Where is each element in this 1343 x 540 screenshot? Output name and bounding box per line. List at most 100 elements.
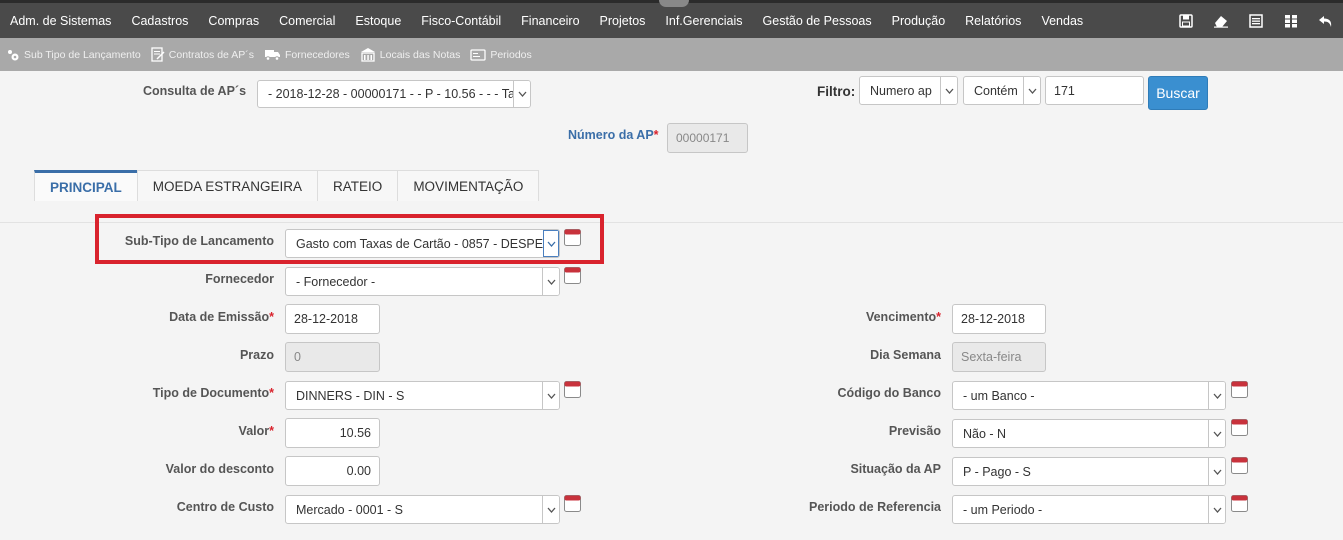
list-icon[interactable] (1238, 3, 1273, 38)
grid-icon[interactable] (1273, 3, 1308, 38)
menu-vendas[interactable]: Vendas (1031, 14, 1093, 28)
calendar-add-icon[interactable] (1231, 381, 1248, 398)
period-icon (470, 48, 486, 61)
valor-desconto-label: Valor do desconto (165, 462, 274, 476)
required-marker: * (936, 310, 941, 324)
chevron-down-icon (1208, 420, 1225, 447)
centro-custo-value: Mercado - 0001 - S (296, 502, 403, 517)
chevron-down-icon (513, 81, 530, 107)
menu-producao[interactable]: Produção (882, 14, 956, 28)
filtro-operator-value: Contém (974, 83, 1018, 98)
codigo-banco-label: Código do Banco (837, 386, 941, 400)
data-emissao-label-text: Data de Emissão (169, 310, 270, 324)
periodo-select[interactable]: - um Periodo - (952, 495, 1226, 524)
subnav-fornecedores[interactable]: Fornecedores (264, 49, 350, 61)
calendar-add-icon[interactable] (564, 381, 581, 398)
menu-relatorios[interactable]: Relatórios (955, 14, 1031, 28)
consulta-label: Consulta de AP´s (143, 84, 247, 98)
centro-custo-label: Centro de Custo (176, 500, 274, 514)
codigo-banco-select[interactable]: - um Banco - (952, 381, 1226, 410)
previsao-select[interactable]: Não - N (952, 419, 1226, 448)
subnav-sub-tipo[interactable]: Sub Tipo de Lançamento (6, 48, 141, 62)
menu-comercial[interactable]: Comercial (269, 14, 345, 28)
buscar-button[interactable]: Buscar (1148, 76, 1208, 110)
dia-semana-label: Dia Semana (870, 348, 941, 362)
prazo-input[interactable]: 0 (285, 342, 380, 372)
subnav-contratos[interactable]: Contratos de AP´s (151, 47, 254, 62)
calendar-add-icon[interactable] (1231, 457, 1248, 474)
menu-gestao-pessoas[interactable]: Gestão de Pessoas (753, 14, 882, 28)
menu-adm-sistemas[interactable]: Adm. de Sistemas (0, 14, 121, 28)
situacao-select[interactable]: P - Pago - S (952, 457, 1226, 486)
menu-estoque[interactable]: Estoque (345, 14, 411, 28)
sub-tipo-value: Gasto com Taxas de Cartão - 0857 - DESPE… (296, 236, 543, 251)
vencimento-input[interactable]: 28-12-2018 (952, 304, 1046, 334)
dia-semana-input[interactable]: Sexta-feira (952, 342, 1046, 372)
chevron-down-icon (542, 268, 559, 295)
fornecedor-select[interactable]: - Fornecedor - (285, 267, 560, 296)
tab-moeda-estrangeira[interactable]: MOEDA ESTRANGEIRA (136, 170, 319, 201)
eraser-icon[interactable] (1203, 3, 1238, 38)
calendar-add-icon[interactable] (1231, 495, 1248, 512)
data-emissao-label: Data de Emissão* (169, 310, 274, 324)
tab-rateio[interactable]: RATEIO (317, 170, 399, 201)
consulta-select-value: - 2018-12-28 - 00000171 - - P - 10.56 - … (268, 87, 513, 101)
tipo-documento-value: DINNERS - DIN - S (296, 388, 405, 403)
menu-cadastros[interactable]: Cadastros (121, 14, 198, 28)
valor-input[interactable]: 10.56 (285, 418, 380, 448)
menu-financeiro[interactable]: Financeiro (511, 14, 589, 28)
calendar-add-icon[interactable] (564, 229, 581, 246)
top-menu-bar: Adm. de Sistemas Cadastros Compras Comer… (0, 0, 1343, 38)
vencimento-label: Vencimento* (866, 310, 941, 324)
data-emissao-input[interactable]: 28-12-2018 (285, 304, 380, 334)
building-icon (360, 48, 375, 62)
valor-label: Valor* (239, 424, 274, 438)
calendar-add-icon[interactable] (564, 267, 581, 284)
required-marker: * (269, 310, 274, 324)
prazo-label: Prazo (239, 348, 274, 362)
numero-ap-input[interactable]: 00000171 (667, 123, 748, 153)
required-marker: * (269, 424, 274, 438)
filtro-value-input[interactable]: 171 (1045, 76, 1144, 105)
subnav-sub-tipo-label: Sub Tipo de Lançamento (24, 48, 141, 61)
menu-inf-gerenciais[interactable]: Inf.Gerenciais (655, 14, 752, 28)
valor-desconto-input[interactable]: 0.00 (285, 456, 380, 486)
consulta-select[interactable]: - 2018-12-28 - 00000171 - - P - 10.56 - … (257, 80, 531, 108)
previsao-value: Não - N (963, 426, 1007, 441)
calendar-add-icon[interactable] (564, 495, 581, 512)
previsao-label: Previsão (888, 424, 941, 438)
chevron-down-icon (1208, 496, 1225, 523)
save-icon[interactable] (1168, 3, 1203, 38)
filtro-field-value: Numero ap (870, 83, 932, 98)
sub-tipo-select[interactable]: Gasto com Taxas de Cartão - 0857 - DESPE… (285, 229, 560, 258)
menu-projetos[interactable]: Projetos (590, 14, 656, 28)
calendar-add-icon[interactable] (1231, 419, 1248, 436)
subnav-fornecedores-label: Fornecedores (284, 48, 350, 61)
subnav-periodos-label: Periodos (490, 48, 532, 61)
tipo-documento-label: Tipo de Documento* (153, 386, 274, 400)
numero-ap-label: Número da AP* (568, 128, 659, 142)
valor-label-text: Valor (238, 424, 270, 438)
filtro-field-select[interactable]: Numero ap (859, 76, 958, 105)
fornecedor-value: - Fornecedor - (296, 274, 376, 289)
tab-movimentacao[interactable]: MOVIMENTAÇÃO (397, 170, 540, 201)
chevron-down-icon (542, 496, 559, 523)
numero-ap-label-text: Número da AP (568, 128, 654, 142)
undo-icon[interactable] (1308, 3, 1343, 38)
chevron-down-icon (543, 230, 559, 257)
vencimento-label-text: Vencimento (865, 310, 937, 324)
subnav-periodos[interactable]: Periodos (470, 48, 532, 61)
toolbar-icons (1168, 3, 1343, 38)
truck-icon (264, 49, 280, 61)
tab-principal[interactable]: PRINCIPAL (34, 170, 138, 201)
centro-custo-select[interactable]: Mercado - 0001 - S (285, 495, 560, 524)
chevron-down-icon (1208, 458, 1225, 485)
codigo-banco-value: - um Banco - (963, 388, 1035, 403)
top-nav: Adm. de Sistemas Cadastros Compras Comer… (0, 3, 1093, 38)
subnav-locais-notas[interactable]: Locais das Notas (360, 47, 460, 62)
menu-fisco-contabil[interactable]: Fisco-Contábil (411, 14, 511, 28)
tab-bar: PRINCIPAL MOEDA ESTRANGEIRA RATEIO MOVIM… (34, 170, 540, 201)
menu-compras[interactable]: Compras (198, 14, 269, 28)
filtro-operator-select[interactable]: Contém (963, 76, 1041, 105)
tipo-documento-select[interactable]: DINNERS - DIN - S (285, 381, 560, 410)
